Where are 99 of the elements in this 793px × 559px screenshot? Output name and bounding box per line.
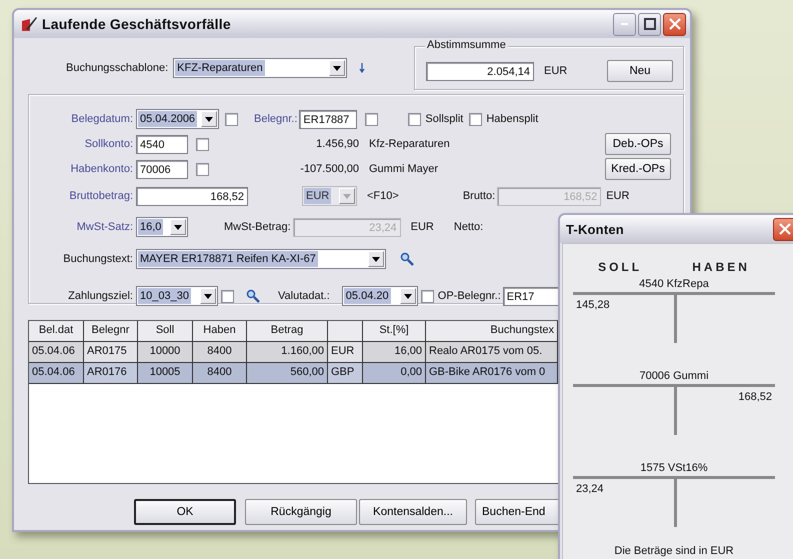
credit-amount: 168,52 xyxy=(738,391,772,403)
document-number-field[interactable]: ER17887 xyxy=(299,110,358,128)
checkbox[interactable] xyxy=(221,290,234,302)
open-items-button[interactable]: Kred.-OPs xyxy=(605,158,671,180)
column-header[interactable]: Haben xyxy=(193,321,247,341)
column-header[interactable]: Belegnr xyxy=(84,321,138,341)
table-cell: EUR xyxy=(328,342,363,362)
date-label: Belegdatum: xyxy=(70,113,134,125)
search-icon[interactable] xyxy=(246,289,260,303)
column-header[interactable]: Soll xyxy=(138,321,193,341)
caret-icon xyxy=(200,288,216,304)
vat-rate-label: MwSt-Satz: xyxy=(76,221,134,233)
table-cell: 8400 xyxy=(193,342,247,362)
caret-icon xyxy=(400,288,416,304)
column-header[interactable]: St.[%] xyxy=(363,321,426,341)
table-cell: 0,00 xyxy=(363,363,426,383)
checkbox-label: Sollsplit xyxy=(425,113,464,125)
table-cell: 10005 xyxy=(138,363,193,383)
account-field[interactable]: 70006 xyxy=(136,160,188,178)
caret-icon xyxy=(170,219,186,235)
new-button[interactable]: Neu xyxy=(607,60,673,82)
table-cell: AR0175 xyxy=(84,342,138,362)
credit-heading: HABEN xyxy=(692,260,750,274)
window-title: Laufende Geschäftsvorfälle xyxy=(42,16,232,32)
checkbox[interactable] xyxy=(420,290,434,302)
value-date-dropdown[interactable]: 05.04.20 xyxy=(342,286,418,306)
balance-field: 2.054,14 xyxy=(426,62,534,80)
template-label: Buchungsschablone: xyxy=(66,62,168,74)
arrow-icon[interactable] xyxy=(359,63,366,73)
op-number-label: OP-Belegnr.: xyxy=(438,290,501,302)
document-number-label: Belegnr.: xyxy=(254,113,298,125)
checkbox[interactable] xyxy=(196,138,209,150)
account-label: Habenkonto: xyxy=(70,163,134,175)
account-label: Sollkonto: xyxy=(84,138,134,150)
table-cell: 8400 xyxy=(193,363,247,383)
currency-label: EUR xyxy=(544,65,568,77)
dialog-button[interactable]: Kontensalden... xyxy=(359,499,467,525)
account-title: 4540 KfzRepa xyxy=(639,278,709,290)
table-cell: 05.04.06 xyxy=(29,363,84,383)
account-title: 1575 VSt16% xyxy=(640,462,708,474)
debit-amount: 145,28 xyxy=(576,299,610,311)
payment-term-label: Zahlungsziel: xyxy=(67,290,134,302)
vat-amount-label: MwSt-Betrag: xyxy=(224,221,291,233)
account-balance: -107.500,00 xyxy=(299,163,359,175)
search-icon[interactable] xyxy=(400,252,414,266)
column-header[interactable]: Bel.dat xyxy=(29,321,84,341)
debit-heading: SOLL xyxy=(598,260,642,274)
account-balance: 1.456,90 xyxy=(315,138,359,150)
close-icon xyxy=(778,223,790,235)
table-cell: AR0176 xyxy=(84,363,138,383)
window-title: T-Konten xyxy=(566,222,625,236)
hotkey-hint: <F10> xyxy=(367,190,399,202)
checkbox[interactable] xyxy=(365,112,378,126)
maximize-button[interactable] xyxy=(638,12,661,36)
maximize-icon xyxy=(644,18,656,30)
checkbox[interactable] xyxy=(196,162,209,176)
posting-text-dropdown[interactable]: MAYER ER178871 Reifen KA-XI-67 xyxy=(136,249,386,269)
caret-icon xyxy=(368,251,384,267)
netto-label: Netto: xyxy=(454,221,484,233)
debit-amount: 23,24 xyxy=(576,483,604,495)
checkbox[interactable] xyxy=(225,112,238,126)
account-field[interactable]: 4540 xyxy=(136,134,188,154)
brutto-label: Brutto: xyxy=(462,190,496,202)
currency-note: Die Beträge sind in EUR xyxy=(614,545,734,557)
open-items-button[interactable]: Deb.-OPs xyxy=(605,133,671,155)
table-cell: 560,00 xyxy=(247,363,328,383)
checkbox[interactable] xyxy=(408,112,422,126)
caret-icon xyxy=(329,60,346,76)
checkbox[interactable] xyxy=(469,112,482,126)
currency-label: EUR xyxy=(410,221,434,233)
vat-rate-dropdown[interactable]: 16,0 xyxy=(136,217,188,237)
pen-icon xyxy=(20,15,38,33)
close-button[interactable] xyxy=(663,12,686,36)
currency-label: EUR xyxy=(606,190,630,202)
template-dropdown[interactable]: KFZ-Reparaturen xyxy=(173,58,348,78)
table-cell: GBP xyxy=(328,363,363,383)
table-cell: 10000 xyxy=(138,342,193,362)
table-cell: 1.160,00 xyxy=(247,342,328,362)
dialog-button[interactable]: Rückgängig xyxy=(245,499,357,525)
dialog-button[interactable]: OK xyxy=(134,499,236,525)
date-dropdown[interactable]: 05.04.2006 xyxy=(136,109,219,129)
close-button[interactable] xyxy=(773,218,793,240)
payment-term-dropdown[interactable]: 10_03_30 xyxy=(136,286,218,306)
group-legend: Abstimmsumme xyxy=(425,39,508,51)
checkbox-label: Habensplit xyxy=(486,113,538,125)
table-cell: 05.04.06 xyxy=(29,342,84,362)
value-date-label: Valutadat.: xyxy=(278,290,330,302)
table-cell: GB-Bike AR0176 vom 0 xyxy=(426,363,558,383)
caret-icon xyxy=(201,111,217,127)
gross-amount-label: Bruttobetrag: xyxy=(68,190,134,202)
column-header[interactable]: Betrag xyxy=(247,321,328,341)
account-name: Kfz-Reparaturen xyxy=(369,138,450,150)
table-cell: 16,00 xyxy=(363,342,426,362)
table-cell: Realo AR0175 vom 05. xyxy=(426,342,558,362)
gross-amount-field[interactable]: 168,52 xyxy=(136,186,248,206)
posting-text-label: Buchungstext: xyxy=(62,253,134,265)
close-icon xyxy=(668,18,680,30)
account-name: Gummi Mayer xyxy=(369,163,438,175)
caret-icon xyxy=(339,188,355,204)
